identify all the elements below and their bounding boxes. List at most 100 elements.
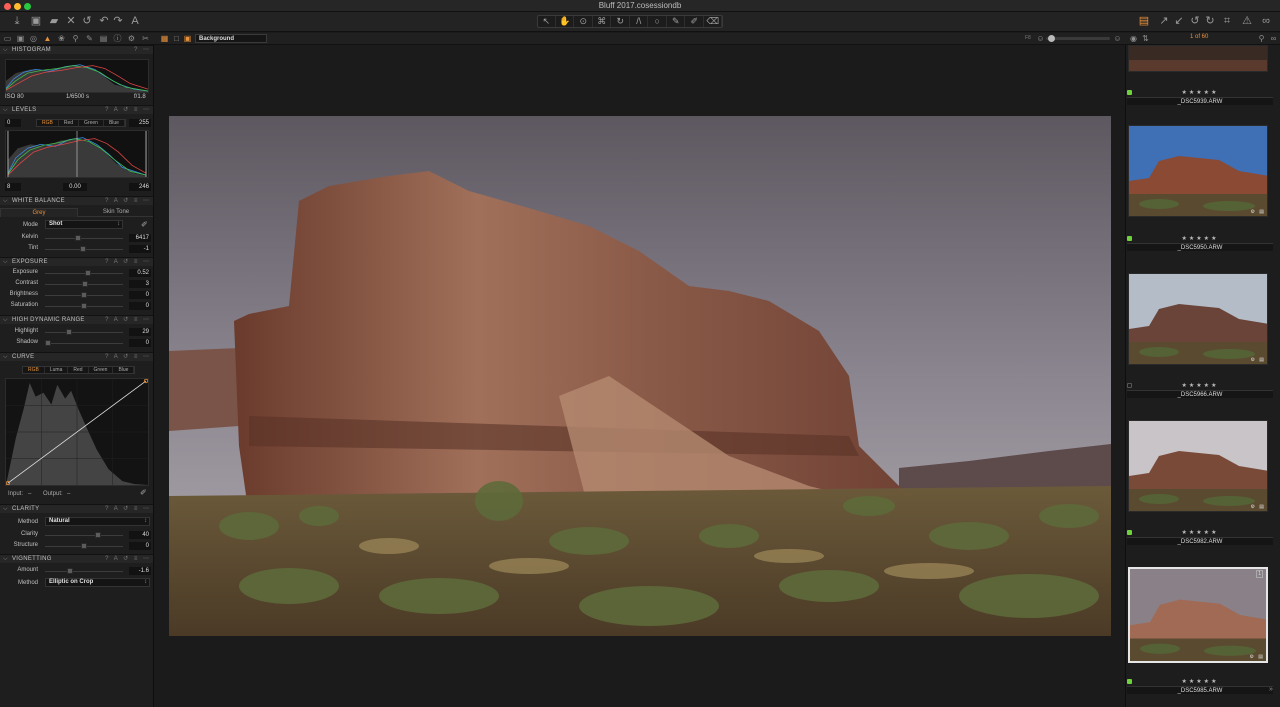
color-tab-icon[interactable]: ❀ — [56, 33, 67, 44]
section-options-icon[interactable]: ? A ↺ ≡ ⋯ — [105, 353, 151, 361]
hdr-shadow-slider[interactable] — [45, 340, 123, 346]
hdr-shadow-value[interactable]: 0 — [129, 339, 151, 347]
search-icon[interactable]: ⚲ — [1256, 33, 1267, 44]
wb-picker-icon[interactable]: ✐ — [141, 220, 148, 229]
clarity-clarity-slider[interactable] — [45, 532, 123, 538]
curve-picker-icon[interactable]: ✐ — [140, 488, 147, 497]
star-rating[interactable]: ★★★★★ — [1127, 382, 1273, 389]
hdr-shadow-slider-handle[interactable] — [45, 340, 51, 346]
clarity-structure-slider[interactable] — [45, 543, 123, 549]
star-rating[interactable]: ★★★★★ — [1127, 678, 1273, 685]
thumbnail-4[interactable]: 1 ⚙ ▤ — [1128, 567, 1268, 663]
levels-input-low[interactable]: 0 — [5, 119, 21, 127]
eye-icon[interactable]: ◉ — [1128, 33, 1139, 44]
multi-view-icon[interactable]: ▣ — [182, 33, 193, 44]
thumbnail-settings-icon[interactable]: ⚙ — [1251, 504, 1255, 510]
grid-icon[interactable]: ⌗ — [1220, 14, 1234, 28]
exposure-exposure-slider-handle[interactable] — [84, 270, 91, 276]
levels-channel-blue[interactable]: Blue — [104, 120, 125, 126]
cursor-icon[interactable]: ↖ — [538, 16, 556, 27]
compare-icon[interactable]: ↙ — [1172, 14, 1186, 28]
section-options-icon[interactable]: ? A ↺ ≡ ⋯ — [105, 197, 151, 205]
star-rating[interactable]: ★★★★★ — [1127, 235, 1273, 242]
loupe-icon[interactable]: ⊙ — [575, 16, 593, 27]
clarity-clarity-slider-handle[interactable] — [95, 532, 102, 538]
hdr-highlight-slider[interactable] — [45, 329, 123, 335]
thumbnail-3[interactable]: ⚙ ▤ — [1128, 420, 1268, 512]
layer-selector[interactable]: Background — [195, 34, 267, 43]
histogram-header[interactable]: ⌵ HISTOGRAM ? ⋯ — [0, 45, 153, 54]
kelvin-value[interactable]: 6417 — [129, 234, 151, 242]
thumbnail-0[interactable] — [1128, 45, 1268, 72]
wb-mode-dropdown[interactable]: Shot ↕ — [45, 220, 123, 229]
import-icon[interactable]: ⤓ — [10, 14, 24, 28]
lens-tab-icon[interactable]: ◎ — [28, 33, 39, 44]
reset-icon[interactable]: ↺ — [80, 14, 94, 28]
metadata-tab-icon[interactable]: ⓘ — [112, 33, 123, 44]
glasses-icon[interactable]: ∞ — [1259, 14, 1273, 28]
exposure-exposure-slider[interactable] — [45, 270, 123, 276]
stack-icon[interactable]: ▤ — [1137, 14, 1151, 28]
grid-view-icon[interactable]: ▦ — [159, 33, 170, 44]
levels-input-high[interactable]: 255 — [129, 119, 151, 127]
rotate-left-icon[interactable]: ↺ — [1188, 14, 1202, 28]
curve-channel-red[interactable]: Red — [68, 367, 89, 373]
section-options-icon[interactable]: ? A ↺ ≡ ⋯ — [105, 555, 151, 563]
clarity-method-dropdown[interactable]: Natural ↕ — [45, 517, 150, 526]
settings-tab-icon[interactable]: ⚙ — [126, 33, 137, 44]
rotate-right-icon[interactable]: ↻ — [1203, 14, 1217, 28]
rotate-icon[interactable]: ↻ — [612, 16, 630, 27]
color-picker-icon[interactable]: ✐ — [686, 16, 704, 27]
section-options-icon[interactable]: ? ⋯ — [134, 46, 151, 54]
kelvin-slider[interactable] — [45, 235, 123, 241]
hdr-header[interactable]: ⌵ HIGH DYNAMIC RANGE ? A ↺ ≡ ⋯ — [0, 315, 153, 324]
batch-tab-icon[interactable]: ✂ — [140, 33, 151, 44]
details-tab-icon[interactable]: ⚲ — [70, 33, 81, 44]
section-options-icon[interactable]: ? A ↺ ≡ ⋯ — [105, 505, 151, 513]
folder-icon[interactable]: ▰ — [47, 14, 61, 28]
sort-icon[interactable]: ⇅ — [1140, 33, 1151, 44]
warning-icon[interactable]: ⚠ — [1240, 14, 1254, 28]
main-photo[interactable] — [169, 116, 1111, 636]
thumbnail-info-icon[interactable]: ▤ — [1259, 504, 1264, 510]
vignetting-method-dropdown[interactable]: Elliptic on Crop ↕ — [45, 578, 150, 587]
clarity-clarity-value[interactable]: 40 — [129, 531, 151, 539]
curve-channel-luma[interactable]: Luma — [45, 367, 69, 373]
curve-graph[interactable] — [5, 378, 149, 486]
local-adjust-tab-icon[interactable]: ✎ — [84, 33, 95, 44]
thumbnail-2[interactable]: ⚙ ▤ — [1128, 273, 1268, 365]
curve-header[interactable]: ⌵ CURVE ? A ↺ ≡ ⋯ — [0, 352, 153, 361]
image-viewer[interactable] — [155, 45, 1125, 707]
section-options-icon[interactable]: ? A ↺ ≡ ⋯ — [105, 258, 151, 266]
section-options-icon[interactable]: ? A ↺ ≡ ⋯ — [105, 106, 151, 114]
person-icon[interactable]: ☺ — [1035, 33, 1046, 44]
section-options-icon[interactable]: ? A ↺ ≡ ⋯ — [105, 316, 151, 324]
hdr-highlight-slider-handle[interactable] — [65, 329, 72, 335]
delete-icon[interactable]: ✕ — [64, 14, 78, 28]
chevron-right-icon[interactable]: » — [1269, 686, 1273, 693]
exposure-saturation-value[interactable]: 0 — [129, 302, 151, 310]
tint-value[interactable]: -1 — [129, 245, 151, 253]
redo-icon[interactable]: ↷ — [111, 14, 125, 28]
tint-slider[interactable] — [45, 246, 123, 252]
tint-slider-handle[interactable] — [80, 246, 87, 252]
exposure-brightness-value[interactable]: 0 — [129, 291, 151, 299]
levels-output-high[interactable]: 246 — [129, 183, 151, 191]
brush-icon[interactable]: ✎ — [668, 16, 685, 27]
curve-channel-rgb[interactable]: RGB — [23, 367, 45, 373]
star-rating[interactable]: ★★★★★ — [1127, 529, 1273, 536]
levels-midpoint[interactable]: 0.00 — [63, 183, 87, 191]
levels-header[interactable]: ⌵ LEVELS ? A ↺ ≡ ⋯ — [0, 105, 153, 114]
clarity-structure-slider-handle[interactable] — [81, 543, 87, 549]
white-balance-header[interactable]: ⌵ WHITE BALANCE ? A ↺ ≡ ⋯ — [0, 196, 153, 205]
exposure-saturation-slider[interactable] — [45, 303, 123, 309]
clarity-structure-value[interactable]: 0 — [129, 542, 151, 550]
export-icon[interactable]: ↗ — [1157, 14, 1171, 28]
capture-tab-icon[interactable]: ▣ — [15, 33, 26, 44]
exposure-exposure-value[interactable]: 0.52 — [129, 269, 151, 277]
exposure-saturation-slider-handle[interactable] — [81, 303, 87, 309]
vignetting-amount-slider-handle[interactable] — [66, 568, 73, 574]
thumbnail-settings-icon[interactable]: ⚙ — [1250, 654, 1254, 660]
zoom-slider[interactable] — [1046, 37, 1110, 40]
zoom-slider-handle[interactable] — [1048, 35, 1055, 42]
